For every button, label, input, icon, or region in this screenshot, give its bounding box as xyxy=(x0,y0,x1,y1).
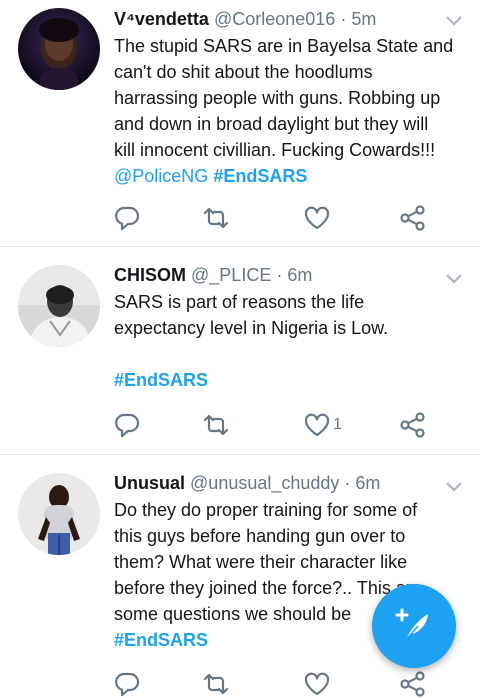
timestamp: 6m xyxy=(355,473,381,493)
handle[interactable]: @_PLICE xyxy=(191,265,271,285)
chevron-down-icon[interactable] xyxy=(444,14,464,28)
handle[interactable]: @Corleone016 xyxy=(214,9,335,29)
share-icon[interactable] xyxy=(399,204,427,232)
chevron-down-icon[interactable] xyxy=(444,272,464,286)
tweet-header: Unusual @unusual_chuddy · 6m xyxy=(114,472,380,494)
timestamp: 5m xyxy=(351,9,377,29)
tweet-text-line: kill innocent civillian. Fucking Cowards… xyxy=(114,140,436,160)
tweet-text: The stupid SARS are in Bayelsa State and… xyxy=(114,33,470,189)
separator: · xyxy=(335,9,352,29)
avatar[interactable] xyxy=(18,8,100,90)
tweet-text-line: Do they do proper training for some of xyxy=(114,500,418,520)
tweet-text-line: The stupid SARS are in Bayelsa State and xyxy=(114,36,454,56)
display-name[interactable]: Unusual xyxy=(114,473,185,493)
tweet-text-line: can't do shit about the hoodlums xyxy=(114,62,373,82)
tweet[interactable]: CHISOM @_PLICE · 6m SARS is part of reas… xyxy=(0,247,480,453)
retweet-icon[interactable] xyxy=(202,411,230,439)
heart-icon[interactable] xyxy=(303,204,331,232)
mention-link[interactable]: @PoliceNG xyxy=(114,166,208,186)
tweet-text-line: and down in broad daylight but they will xyxy=(114,114,429,134)
tweet-text-line: this guys before handing gun over to xyxy=(114,526,406,546)
tweet-text-line: SARS is part of reasons the life xyxy=(114,292,365,312)
display-name[interactable]: CHISOM xyxy=(114,265,186,285)
timestamp: 6m xyxy=(287,265,313,285)
tweet-text-line: harrassing people with guns. Robbing up xyxy=(114,88,441,108)
chevron-down-icon[interactable] xyxy=(444,480,464,494)
retweet-icon[interactable] xyxy=(202,204,230,232)
tweet-header: CHISOM @_PLICE · 6m xyxy=(114,264,312,286)
tweet[interactable]: V⁴vendetta @Corleone016 · 5m The stupid … xyxy=(0,0,480,246)
avatar[interactable] xyxy=(18,473,100,555)
tweet-text-line: them? What were their character like xyxy=(114,552,408,572)
like-count: 1 xyxy=(333,416,342,433)
share-icon[interactable] xyxy=(399,411,427,439)
compose-tweet-button[interactable] xyxy=(372,584,456,668)
tweet-text-line: expectancy level in Nigeria is Low. xyxy=(114,318,389,338)
separator: · xyxy=(271,265,288,285)
handle[interactable]: @unusual_chuddy xyxy=(190,473,339,493)
separator: · xyxy=(339,473,356,493)
reply-icon[interactable] xyxy=(113,204,141,232)
avatar[interactable] xyxy=(18,265,100,347)
hashtag-link[interactable]: #EndSARS xyxy=(213,166,307,186)
display-name[interactable]: V⁴vendetta xyxy=(114,9,209,29)
tweet-text: SARS is part of reasons the life expecta… xyxy=(114,289,470,393)
reply-icon[interactable] xyxy=(113,411,141,439)
tweet-header: V⁴vendetta @Corleone016 · 5m xyxy=(114,8,376,30)
compose-feather-icon xyxy=(395,608,428,641)
hashtag-link[interactable]: #EndSARS xyxy=(114,630,208,650)
hashtag-link[interactable]: #EndSARS xyxy=(114,370,208,390)
heart-icon[interactable] xyxy=(303,411,331,439)
